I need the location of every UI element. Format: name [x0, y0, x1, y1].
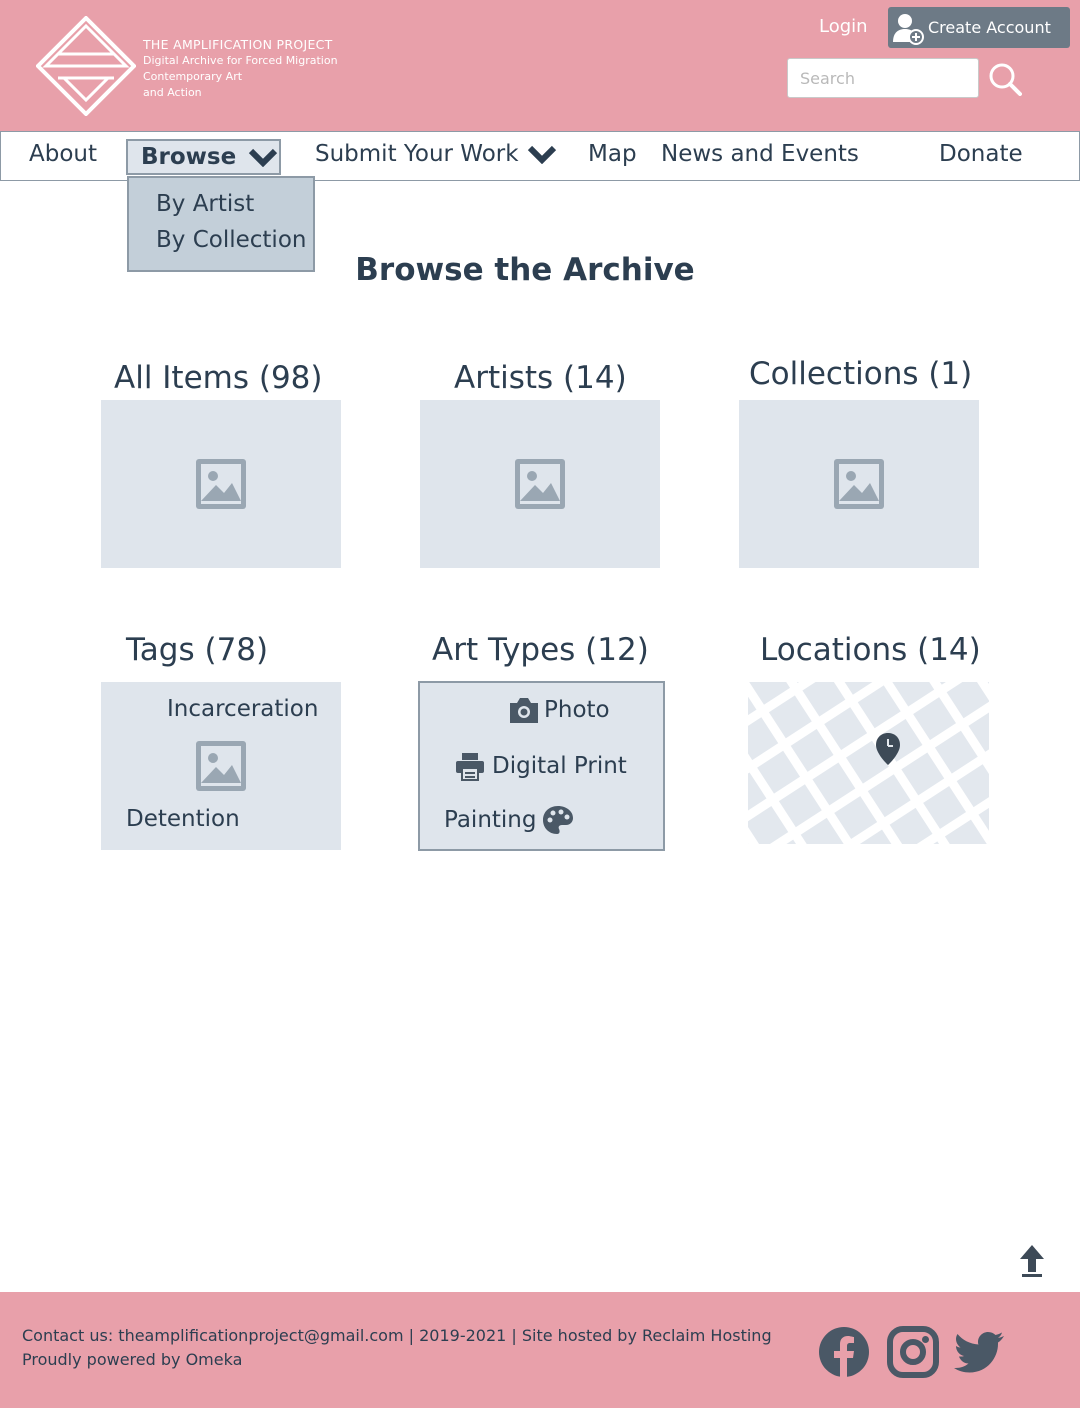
- art-type-painting-label: Painting: [444, 807, 537, 833]
- create-account-button[interactable]: Create Account: [888, 7, 1070, 48]
- main-nav: About Browse Submit Your Work Map News a…: [0, 131, 1080, 181]
- page-title: Browse the Archive: [355, 252, 695, 288]
- nav-item-submit[interactable]: Submit Your Work: [315, 141, 557, 167]
- card-label-all-items[interactable]: All Items (98): [114, 360, 323, 396]
- search-icon[interactable]: [988, 62, 1022, 96]
- card-thumb-all-items[interactable]: [101, 400, 341, 568]
- image-placeholder-icon: [196, 741, 246, 791]
- card-label-locations[interactable]: Locations (14): [760, 632, 981, 668]
- art-type-digital-print-label: Digital Print: [492, 753, 627, 779]
- chevron-down-icon: [249, 148, 278, 167]
- logo-line-1: THE AMPLIFICATION PROJECT: [143, 37, 333, 52]
- tag-incarceration: Incarceration: [167, 696, 319, 722]
- art-type-digital-print: Digital Print: [454, 751, 627, 781]
- facebook-icon[interactable]: [818, 1326, 870, 1378]
- nav-browse-label: Browse: [141, 144, 237, 170]
- nav-item-news-events[interactable]: News and Events: [661, 141, 859, 167]
- footer-text: Contact us: theamplificationproject@gmai…: [22, 1324, 772, 1372]
- card-label-tags[interactable]: Tags (78): [126, 632, 268, 668]
- map-pin-icon: [876, 733, 900, 765]
- back-to-top-icon[interactable]: [1019, 1244, 1045, 1278]
- camera-icon: [510, 698, 538, 723]
- create-account-label: Create Account: [928, 18, 1051, 37]
- image-placeholder-icon: [515, 459, 565, 509]
- twitter-icon[interactable]: [954, 1326, 1006, 1378]
- card-label-artists[interactable]: Artists (14): [454, 360, 627, 396]
- nav-item-donate[interactable]: Donate: [939, 141, 1023, 167]
- logo-line-3: Contemporary Art: [143, 70, 243, 83]
- chevron-down-icon: [527, 145, 556, 164]
- footer-powered-by: Proudly powered by Omeka: [22, 1350, 243, 1369]
- printer-icon: [456, 753, 484, 781]
- art-type-photo: Photo: [508, 695, 610, 725]
- nav-item-about[interactable]: About: [29, 141, 97, 167]
- nav-item-map[interactable]: Map: [588, 141, 637, 167]
- art-type-photo-label: Photo: [544, 697, 610, 723]
- card-label-collections[interactable]: Collections (1): [749, 356, 972, 392]
- card-thumb-collections[interactable]: [739, 400, 979, 568]
- nav-item-browse[interactable]: Browse: [126, 139, 281, 175]
- card-thumb-locations-map[interactable]: [748, 682, 989, 844]
- site-header: THE AMPLIFICATION PROJECT Digital Archiv…: [0, 0, 1080, 131]
- map-grid-graphic: [748, 682, 989, 844]
- logo-text[interactable]: THE AMPLIFICATION PROJECT Digital Archiv…: [143, 37, 338, 101]
- search-input[interactable]: [787, 58, 979, 98]
- art-type-painting: Painting: [444, 805, 574, 835]
- site-footer: Contact us: theamplificationproject@gmai…: [0, 1292, 1080, 1408]
- image-placeholder-icon: [196, 459, 246, 509]
- dropdown-item-by-artist[interactable]: By Artist: [129, 186, 313, 222]
- tag-detention: Detention: [126, 806, 240, 832]
- palette-icon: [543, 806, 574, 834]
- footer-contact-line: Contact us: theamplificationproject@gmai…: [22, 1326, 772, 1345]
- card-thumb-tags[interactable]: Incarceration Detention: [101, 682, 341, 850]
- logo-line-4: and Action: [143, 86, 202, 99]
- login-link[interactable]: Login: [819, 16, 868, 37]
- image-placeholder-icon: [834, 459, 884, 509]
- instagram-icon[interactable]: [887, 1326, 939, 1378]
- logo-line-2: Digital Archive for Forced Migration: [143, 54, 338, 67]
- card-label-art-types[interactable]: Art Types (12): [432, 632, 649, 668]
- logo-icon[interactable]: [36, 16, 136, 116]
- nav-submit-label: Submit Your Work: [315, 141, 519, 167]
- card-thumb-artists[interactable]: [420, 400, 660, 568]
- card-thumb-art-types[interactable]: Photo Digital Print Painting: [418, 681, 665, 851]
- add-user-icon: [893, 13, 924, 45]
